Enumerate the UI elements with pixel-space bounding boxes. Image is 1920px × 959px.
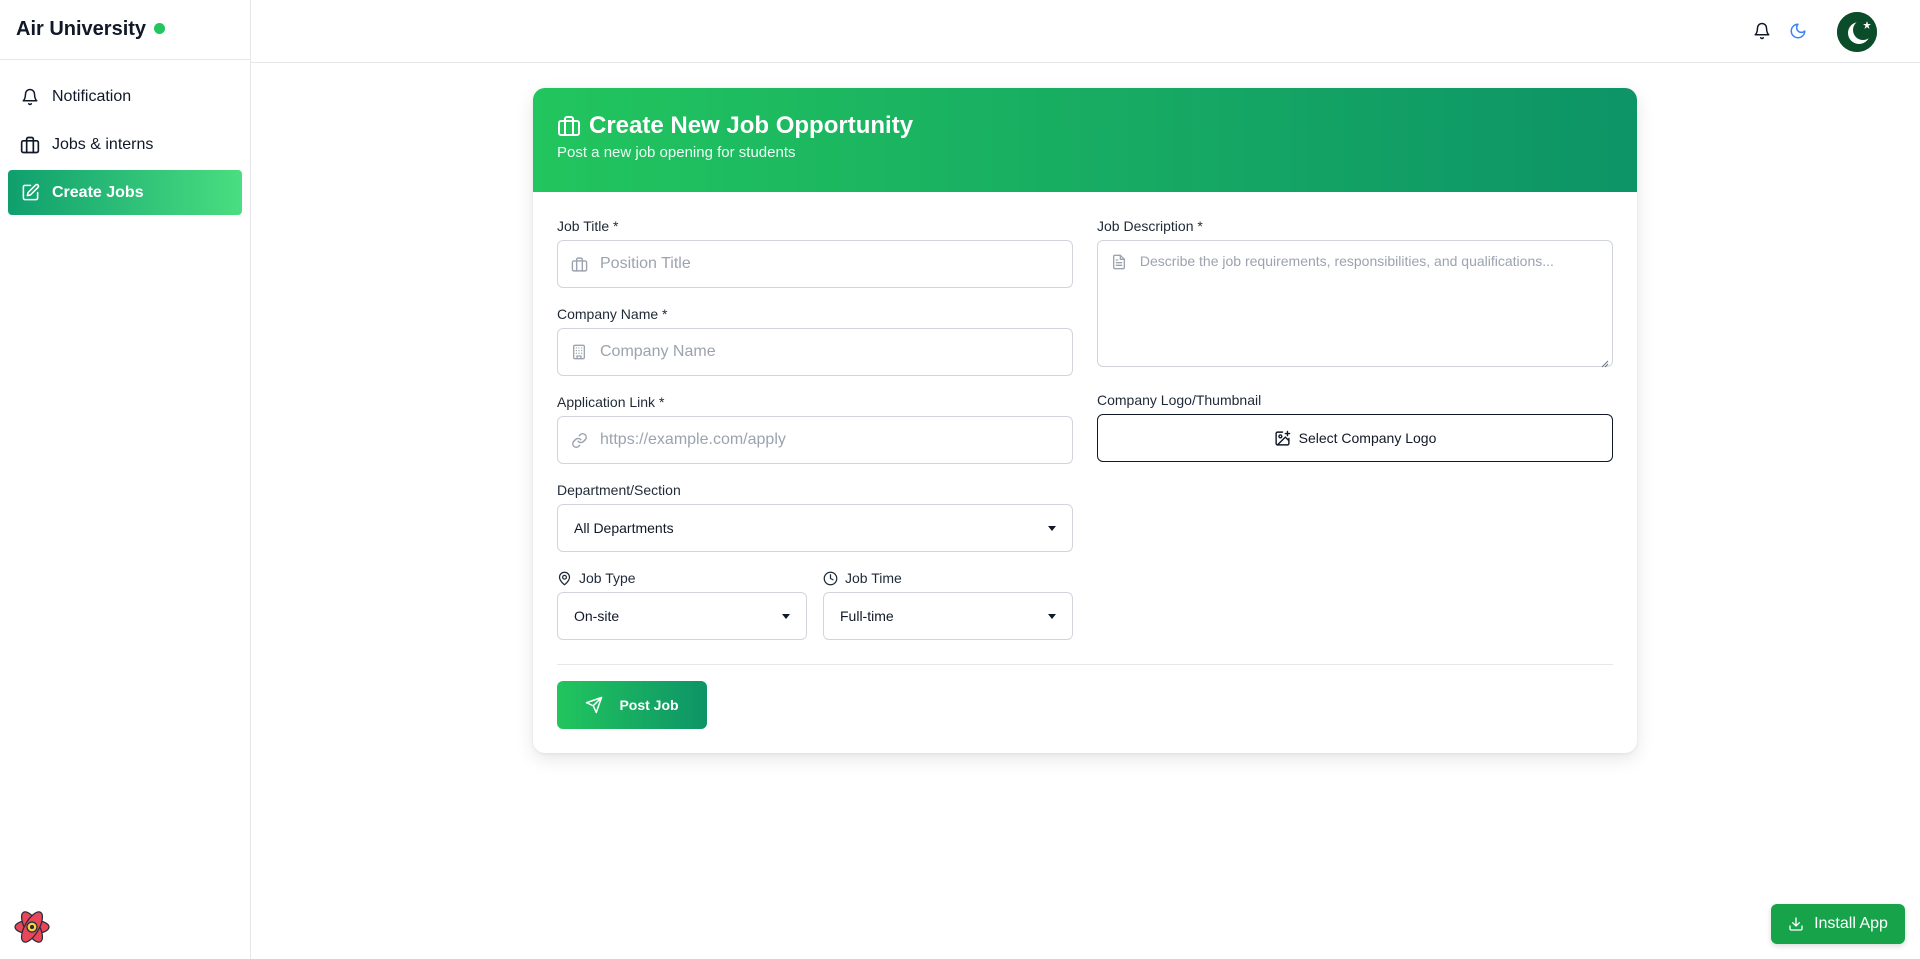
- map-pin-icon: [557, 571, 572, 586]
- post-job-button[interactable]: Post Job: [557, 681, 707, 729]
- job-description-label: Job Description *: [1097, 218, 1203, 234]
- sidebar-item-notification[interactable]: Notification: [8, 74, 242, 119]
- create-job-card: Create New Job Opportunity Post a new jo…: [533, 88, 1637, 753]
- briefcase-icon: [557, 114, 581, 138]
- avatar[interactable]: [1837, 12, 1877, 52]
- job-description-textarea[interactable]: [1139, 253, 1600, 353]
- job-type-label: Job Type: [579, 570, 636, 586]
- file-text-icon: [1110, 253, 1128, 271]
- page-subtitle: Post a new job opening for students: [557, 144, 796, 161]
- clock-icon: [823, 571, 838, 586]
- bell-icon[interactable]: [1751, 20, 1773, 42]
- briefcase-icon: [20, 135, 40, 155]
- job-type-select-value: On-site: [574, 608, 620, 624]
- sidebar-item-label: Jobs & interns: [52, 135, 154, 153]
- company-logo-label: Company Logo/Thumbnail: [1097, 392, 1262, 408]
- department-select-value: All Departments: [574, 520, 674, 536]
- topbar: [251, 0, 1920, 63]
- briefcase-icon: [570, 255, 588, 273]
- link-icon: [570, 431, 588, 449]
- building-icon: [570, 343, 588, 361]
- sidebar-nav: Notification Jobs & interns Create Jobs: [0, 60, 250, 232]
- image-plus-icon: [1274, 430, 1291, 447]
- card-header: Create New Job Opportunity Post a new jo…: [533, 88, 1637, 192]
- page-title: Create New Job Opportunity: [557, 112, 1613, 140]
- sidebar-item-jobs-interns[interactable]: Jobs & interns: [8, 122, 242, 167]
- download-icon: [1788, 916, 1804, 932]
- install-app-button[interactable]: Install App: [1771, 904, 1905, 944]
- company-name-label: Company Name *: [557, 306, 668, 322]
- react-devtools-icon[interactable]: [12, 907, 52, 947]
- department-select[interactable]: All Departments: [557, 504, 1073, 552]
- sidebar: Air University Notification Jobs & inter…: [0, 0, 251, 959]
- divider: [557, 664, 1613, 665]
- chevron-down-icon: [782, 613, 790, 619]
- application-link-field[interactable]: [557, 416, 1073, 464]
- brand: Air University: [0, 0, 250, 60]
- select-company-logo-button[interactable]: Select Company Logo: [1097, 414, 1613, 462]
- edit-icon: [20, 183, 40, 203]
- company-name-field[interactable]: [557, 328, 1073, 376]
- sidebar-item-create-jobs[interactable]: Create Jobs: [8, 170, 242, 215]
- install-app-label: Install App: [1814, 915, 1888, 932]
- company-name-input[interactable]: [600, 343, 1012, 361]
- post-job-label: Post Job: [619, 697, 679, 713]
- job-time-select-value: Full-time: [840, 608, 894, 624]
- job-description-field[interactable]: [1097, 240, 1613, 368]
- online-status-dot: [154, 23, 166, 34]
- job-time-label: Job Time: [845, 570, 902, 586]
- job-time-label-row: Job Time: [823, 570, 902, 586]
- send-icon: [585, 696, 603, 714]
- application-link-input[interactable]: [600, 431, 1012, 449]
- brand-title: Air University: [16, 18, 147, 40]
- bell-icon: [20, 87, 40, 107]
- job-title-field[interactable]: [557, 240, 1073, 288]
- job-title-input[interactable]: [600, 255, 1012, 273]
- select-company-logo-label: Select Company Logo: [1298, 430, 1437, 446]
- job-type-select[interactable]: On-site: [557, 592, 807, 640]
- department-label: Department/Section: [557, 482, 681, 498]
- chevron-down-icon: [1048, 525, 1056, 531]
- job-time-select[interactable]: Full-time: [823, 592, 1073, 640]
- page-title-text: Create New Job Opportunity: [589, 112, 914, 139]
- sidebar-item-label: Create Jobs: [52, 183, 144, 201]
- chevron-down-icon: [1048, 613, 1056, 619]
- resize-handle-icon[interactable]: [1601, 355, 1609, 368]
- job-type-label-row: Job Type: [557, 570, 636, 586]
- job-title-label: Job Title *: [557, 218, 619, 234]
- sidebar-item-label: Notification: [52, 87, 132, 105]
- dark-mode-moon-icon[interactable]: [1787, 20, 1809, 42]
- application-link-label: Application Link *: [557, 394, 665, 410]
